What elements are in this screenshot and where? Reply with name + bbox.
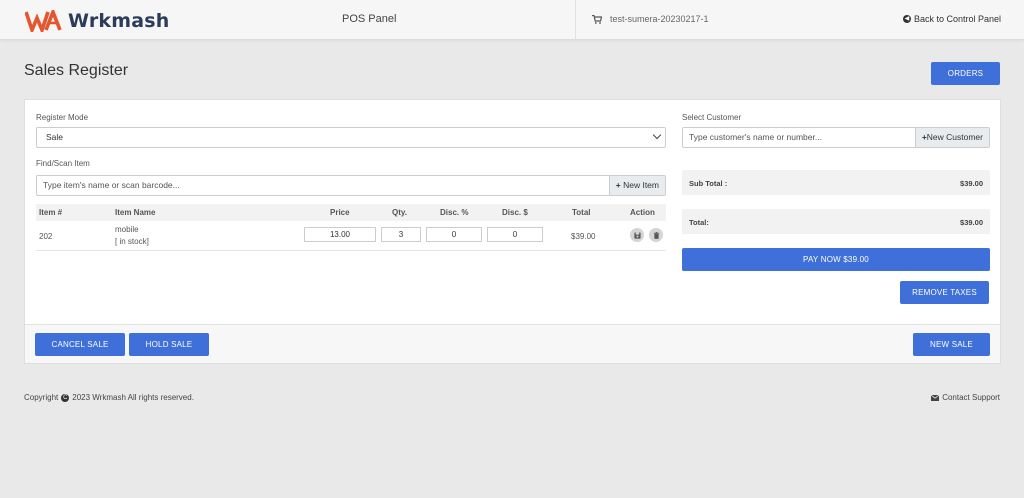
find-item-group: Type item's name or scan barcode... + Ne… — [36, 175, 666, 196]
total-label: Total: — [689, 218, 709, 227]
envelope-icon — [931, 394, 940, 401]
customer-search-input[interactable]: Type customer's name or number... — [683, 128, 915, 147]
trash-icon — [653, 231, 659, 239]
table-row: 202 mobile [ in stock] 13.00 3 0 0 $39.0… — [36, 221, 666, 251]
col-item-no: Item # — [39, 208, 63, 217]
hold-sale-button[interactable]: HOLD SALE — [129, 333, 209, 356]
row-disc-pct-input[interactable]: 0 — [426, 227, 482, 242]
total-row: Total: $39.00 — [682, 209, 990, 234]
copyright: Copyright C 2023 Wrkmash All rights rese… — [24, 393, 194, 402]
new-customer-button[interactable]: +New Customer — [914, 128, 989, 147]
panel-title: POS Panel — [342, 13, 397, 25]
remove-taxes-button[interactable]: REMOVE TAXES — [900, 281, 989, 304]
register-card: Register Mode Sale Find/Scan Item Type i… — [24, 99, 1001, 364]
customer-group: Type customer's name or number... +New C… — [682, 127, 990, 148]
total-value: $39.00 — [960, 218, 983, 227]
back-link-label: Back to Control Panel — [913, 14, 1001, 24]
table-header: Item # Item Name Price Qty. Disc. % Disc… — [36, 204, 666, 221]
store-indicator: test-sumera-20230217-1 — [592, 14, 709, 24]
col-total: Total — [572, 208, 591, 217]
circle-arrow-left-icon: ◀ — [902, 15, 911, 23]
row-item-name: mobile — [115, 225, 139, 234]
find-scan-label: Find/Scan Item — [36, 159, 90, 168]
contact-support-link[interactable]: Contact Support — [931, 393, 1000, 402]
new-item-button[interactable]: + New Item — [608, 176, 665, 195]
register-mode-value: Sale — [46, 132, 64, 142]
contact-support-label: Contact Support — [942, 393, 1000, 402]
floppy-disk-icon — [633, 231, 641, 239]
delete-row-button[interactable] — [649, 228, 663, 242]
register-mode-select[interactable]: Sale — [36, 127, 666, 148]
new-sale-button[interactable]: NEW SALE — [913, 333, 990, 356]
register-mode-label: Register Mode — [36, 113, 89, 122]
plus-icon: + — [615, 180, 621, 190]
subtotal-row: Sub Total : $39.00 — [682, 170, 990, 195]
new-customer-label: New Customer — [926, 132, 983, 142]
subtotal-label: Sub Total : — [689, 179, 728, 188]
items-table: Item # Item Name Price Qty. Disc. % Disc… — [36, 204, 666, 251]
brand-logo[interactable]: Wrkmash — [25, 7, 169, 35]
wrkmash-logo-icon — [25, 10, 62, 32]
col-qty: Qty. — [392, 208, 407, 217]
top-navbar: Wrkmash POS Panel test-sumera-20230217-1… — [0, 0, 1024, 40]
copyright-prefix: Copyright — [24, 393, 59, 402]
store-name: test-sumera-20230217-1 — [610, 14, 709, 24]
save-row-button[interactable] — [630, 228, 644, 242]
copyright-icon: C — [61, 393, 70, 402]
back-to-control-panel-link[interactable]: ◀ Back to Control Panel — [902, 14, 1001, 24]
shopping-cart-icon — [592, 14, 602, 24]
find-item-input[interactable]: Type item's name or scan barcode... — [37, 176, 609, 195]
row-price-input[interactable]: 13.00 — [304, 227, 376, 242]
copyright-text: 2023 Wrkmash All rights reserved. — [72, 393, 194, 402]
col-disc-amt: Disc. $ — [502, 208, 528, 217]
col-item-name: Item Name — [115, 208, 156, 217]
row-disc-amt-input[interactable]: 0 — [487, 227, 543, 242]
pay-now-button[interactable]: PAY NOW $39.00 — [682, 248, 990, 271]
row-item-no: 202 — [39, 232, 53, 241]
col-action: Action — [630, 208, 655, 217]
new-item-label: New Item — [623, 180, 659, 190]
subtotal-value: $39.00 — [960, 179, 983, 188]
col-price: Price — [330, 208, 350, 217]
orders-button[interactable]: ORDERS — [931, 62, 1000, 85]
row-stock-status: [ in stock] — [115, 237, 149, 246]
col-disc-pct: Disc. % — [440, 208, 469, 217]
row-qty-input[interactable]: 3 — [381, 227, 421, 242]
cancel-sale-button[interactable]: CANCEL SALE — [35, 333, 125, 356]
page-title: Sales Register — [24, 62, 129, 79]
row-total: $39.00 — [571, 232, 596, 241]
header-divider — [575, 0, 576, 40]
select-customer-label: Select Customer — [682, 113, 742, 122]
chevron-down-icon — [652, 130, 662, 140]
brand-name: Wrkmash — [68, 10, 170, 32]
